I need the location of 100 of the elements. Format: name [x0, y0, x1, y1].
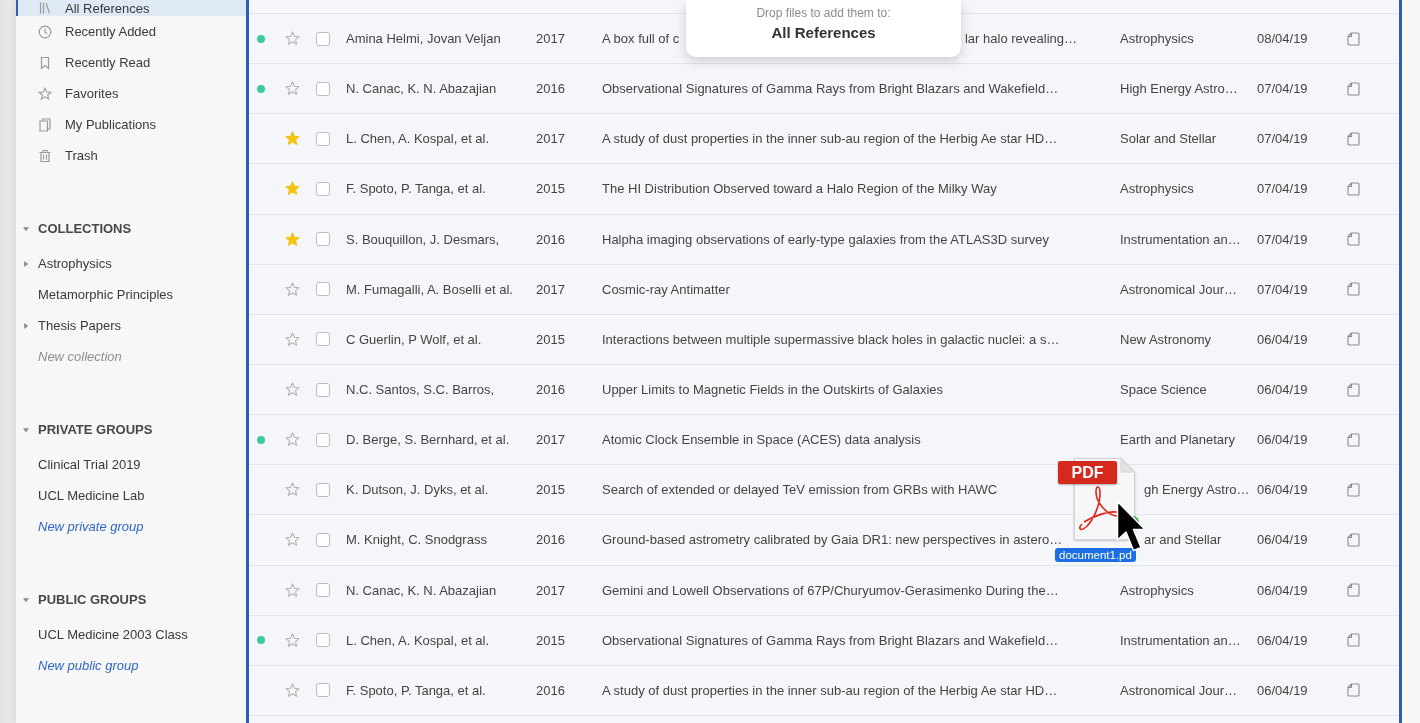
title-text: Atomic Clock Ensemble in Space (ACES) data analysis	[602, 432, 921, 448]
journal-cell: Astronomical Jour…	[1120, 281, 1238, 297]
section-header[interactable]: PRIVATE GROUPS	[16, 414, 246, 445]
document-icon[interactable]	[1347, 131, 1360, 146]
section-header[interactable]: PUBLIC GROUPS	[16, 584, 246, 615]
authors-cell: N. Canac, K. N. Abazajian	[346, 582, 497, 598]
journal-cell: ar and Stellar	[1144, 532, 1222, 548]
sidebar-item[interactable]: My Publications	[16, 109, 246, 140]
year-cell: 2017	[536, 432, 565, 448]
document-icon[interactable]	[1347, 633, 1360, 648]
document-icon[interactable]	[1347, 382, 1360, 397]
title-text: Observational Signatures of Gamma Rays from Bright Blazars and Wakefield…	[602, 81, 1059, 97]
title-text: Interactions between multiple supermassive black holes in galactic nuclei: a s…	[602, 331, 1060, 347]
title-text: Ground-based astrometry calibrated by Gaia DR1: new perspectives in astero…	[602, 532, 1063, 548]
star-icon[interactable]	[284, 682, 300, 698]
star-icon[interactable]	[284, 382, 300, 398]
title-text: A study of dust properties in the inner sub-au region of the Herbig Ae star HD…	[602, 131, 1058, 147]
year-cell: 2017	[536, 582, 565, 598]
year-cell: 2016	[536, 231, 565, 247]
document-icon[interactable]	[1347, 81, 1360, 96]
star-icon[interactable]	[284, 582, 300, 598]
sidebar-item[interactable]: All References	[16, 0, 246, 16]
document-icon[interactable]	[1347, 282, 1360, 297]
checkbox[interactable]	[316, 31, 330, 46]
date-cell: 06/04/19	[1257, 632, 1308, 648]
document-icon[interactable]	[1347, 432, 1360, 447]
sidebar-item[interactable]: Thesis Papers	[16, 310, 246, 341]
checkbox[interactable]	[316, 131, 330, 146]
star-icon[interactable]	[284, 131, 300, 147]
pages-icon	[38, 117, 52, 132]
title-text: Gemini and Lowell Observations of 67P/Churyumov-Gerasimenko During the…	[602, 582, 1059, 598]
sidebar-item[interactable]: Trash	[16, 140, 246, 171]
authors-cell: C Guerlin, P Wolf, et al.	[346, 331, 482, 347]
year-cell: 2016	[536, 81, 565, 97]
checkbox[interactable]	[316, 382, 330, 397]
document-icon[interactable]	[1347, 232, 1360, 247]
sidebar-item[interactable]: Recently Added	[16, 16, 246, 47]
star-icon[interactable]	[284, 81, 300, 97]
document-icon[interactable]	[1347, 532, 1360, 547]
sidebar-item[interactable]: UCL Medicine Lab	[16, 480, 246, 511]
checkbox[interactable]	[316, 282, 330, 297]
checkbox[interactable]	[316, 583, 330, 598]
sidebar-item[interactable]: UCL Medicine 2003 Class	[16, 619, 246, 650]
section-header[interactable]: COLLECTIONS	[16, 213, 246, 244]
checkbox[interactable]	[316, 232, 330, 247]
date-cell: 06/04/19	[1257, 432, 1308, 448]
checkbox[interactable]	[316, 532, 330, 547]
sidebar-item[interactable]: Clinical Trial 2019	[16, 449, 246, 480]
year-cell: 2015	[536, 482, 565, 498]
sidebar-item[interactable]: Astrophysics	[16, 248, 246, 279]
authors-cell: S. Bouquillon, J. Desmars,	[346, 231, 500, 247]
star-icon[interactable]	[284, 31, 300, 47]
year-cell: 2016	[536, 382, 565, 398]
title-text: Upper Limits to Magnetic Fields in the Outskirts of Galaxies	[602, 382, 944, 398]
file-type-tag: PDF	[1058, 461, 1117, 484]
year-cell: 2016	[536, 532, 565, 548]
date-cell: 07/04/19	[1257, 181, 1308, 197]
date-cell: 06/04/19	[1257, 482, 1308, 498]
sidebar-item[interactable]: Recently Read	[16, 47, 246, 78]
authors-cell: M. Fumagalli, A. Boselli et al.	[346, 281, 513, 297]
star-icon[interactable]	[284, 181, 300, 197]
date-cell: 06/04/19	[1257, 582, 1308, 598]
checkbox[interactable]	[316, 432, 330, 447]
clock-icon	[38, 24, 52, 39]
date-cell: 07/04/19	[1257, 81, 1308, 97]
authors-cell: F. Spoto, P. Tanga, et al.	[346, 181, 486, 197]
journal-cell: Astrophysics	[1120, 582, 1194, 598]
sidebar-item[interactable]: Favorites	[16, 78, 246, 109]
title-text: A study of dust properties in the inner sub-au region of the Herbig Ae star HD…	[602, 682, 1058, 698]
checkbox[interactable]	[316, 633, 330, 648]
year-cell: 2016	[536, 682, 565, 698]
checkbox[interactable]	[316, 81, 330, 96]
star-icon[interactable]	[284, 482, 300, 498]
star-icon[interactable]	[284, 231, 300, 247]
date-cell: 06/04/19	[1257, 331, 1308, 347]
document-icon[interactable]	[1347, 482, 1360, 497]
star-icon[interactable]	[284, 331, 300, 347]
document-icon[interactable]	[1347, 683, 1360, 698]
star-icon[interactable]	[284, 281, 300, 297]
star-icon[interactable]	[284, 432, 300, 448]
checkbox[interactable]	[316, 482, 330, 497]
star-icon[interactable]	[284, 532, 300, 548]
new-item-link[interactable]: New private group	[38, 511, 144, 542]
star-icon[interactable]	[284, 632, 300, 648]
new-item-link[interactable]: New public group	[38, 650, 139, 681]
title-text: Halpha imaging observations of early-type galaxies from the ATLAS3D survey	[602, 231, 1050, 247]
star-icon	[38, 86, 52, 101]
journal-cell: Instrumentation an…	[1120, 632, 1241, 648]
checkbox[interactable]	[316, 683, 330, 698]
journal-cell: Astronomical Jour…	[1120, 682, 1238, 698]
sidebar-item[interactable]: Metamorphic Principles	[16, 279, 246, 310]
date-cell: 06/04/19	[1257, 532, 1308, 548]
authors-cell: N.C. Santos, S.C. Barros,	[346, 382, 495, 398]
document-icon[interactable]	[1347, 583, 1360, 598]
checkbox[interactable]	[316, 332, 330, 347]
document-icon[interactable]	[1347, 182, 1360, 196]
journal-cell: High Energy Astro…	[1120, 81, 1238, 97]
checkbox[interactable]	[316, 182, 330, 196]
document-icon[interactable]	[1347, 332, 1360, 347]
document-icon[interactable]	[1347, 31, 1360, 46]
